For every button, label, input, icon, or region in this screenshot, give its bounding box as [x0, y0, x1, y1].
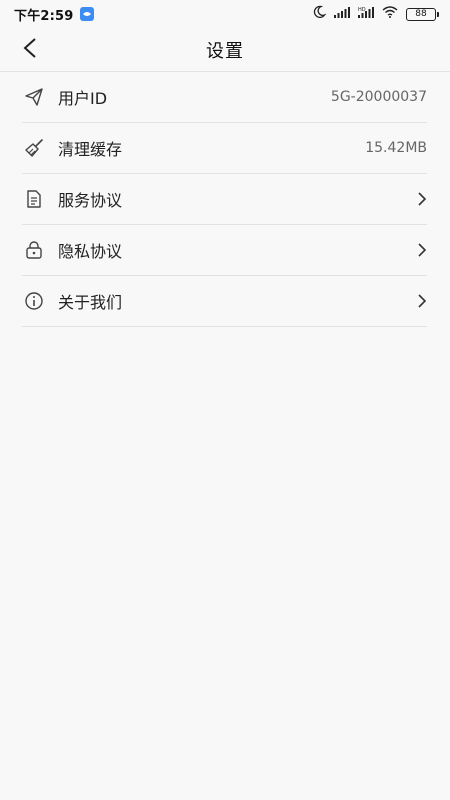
- status-left: 下午2:59: [14, 5, 94, 24]
- settings-item-value: 15.42MB: [365, 140, 427, 156]
- settings-list: 用户ID 5G-20000037 清理缓存 15.42MB 服务协议 隐私协议 …: [22, 72, 427, 327]
- chevron-right-icon: [409, 292, 427, 310]
- signal-icon: [334, 6, 350, 22]
- paper-plane-icon: [22, 85, 46, 109]
- settings-item-clear-cache[interactable]: 清理缓存 15.42MB: [22, 123, 427, 174]
- broom-icon: [22, 136, 46, 160]
- settings-item-label: 关于我们: [58, 293, 123, 312]
- chevron-left-icon: [22, 37, 38, 63]
- settings-item-label: 清理缓存: [58, 140, 123, 159]
- chevron-right-icon: [409, 190, 427, 208]
- svg-text:HD: HD: [358, 7, 366, 13]
- settings-item-privacy-policy[interactable]: 隐私协议: [22, 225, 427, 276]
- status-bar: 下午2:59 HD 88: [0, 0, 450, 28]
- settings-item-value: 5G-20000037: [330, 89, 427, 105]
- info-icon: [22, 289, 46, 313]
- settings-item-label: 隐私协议: [58, 242, 123, 261]
- moon-icon: [312, 5, 327, 23]
- status-right: HD 88: [312, 5, 439, 23]
- chevron-right-icon: [409, 241, 427, 259]
- back-button[interactable]: [12, 32, 48, 68]
- settings-item-label: 服务协议: [58, 191, 123, 210]
- settings-item-label: 用户ID: [58, 89, 108, 108]
- wifi-icon: [382, 6, 398, 22]
- document-icon: [22, 187, 46, 211]
- settings-item-user-id[interactable]: 用户ID 5G-20000037: [22, 72, 427, 123]
- app-notification-icon: [79, 7, 94, 21]
- battery-indicator: 88: [406, 7, 439, 21]
- settings-item-about-us[interactable]: 关于我们: [22, 276, 427, 327]
- hd-signal-icon: HD: [358, 6, 374, 22]
- page-title: 设置: [206, 40, 244, 62]
- status-time: 下午2:59: [14, 8, 74, 24]
- nav-bar: 设置: [0, 28, 450, 72]
- lock-icon: [22, 238, 46, 262]
- settings-item-service-agreement[interactable]: 服务协议: [22, 174, 427, 225]
